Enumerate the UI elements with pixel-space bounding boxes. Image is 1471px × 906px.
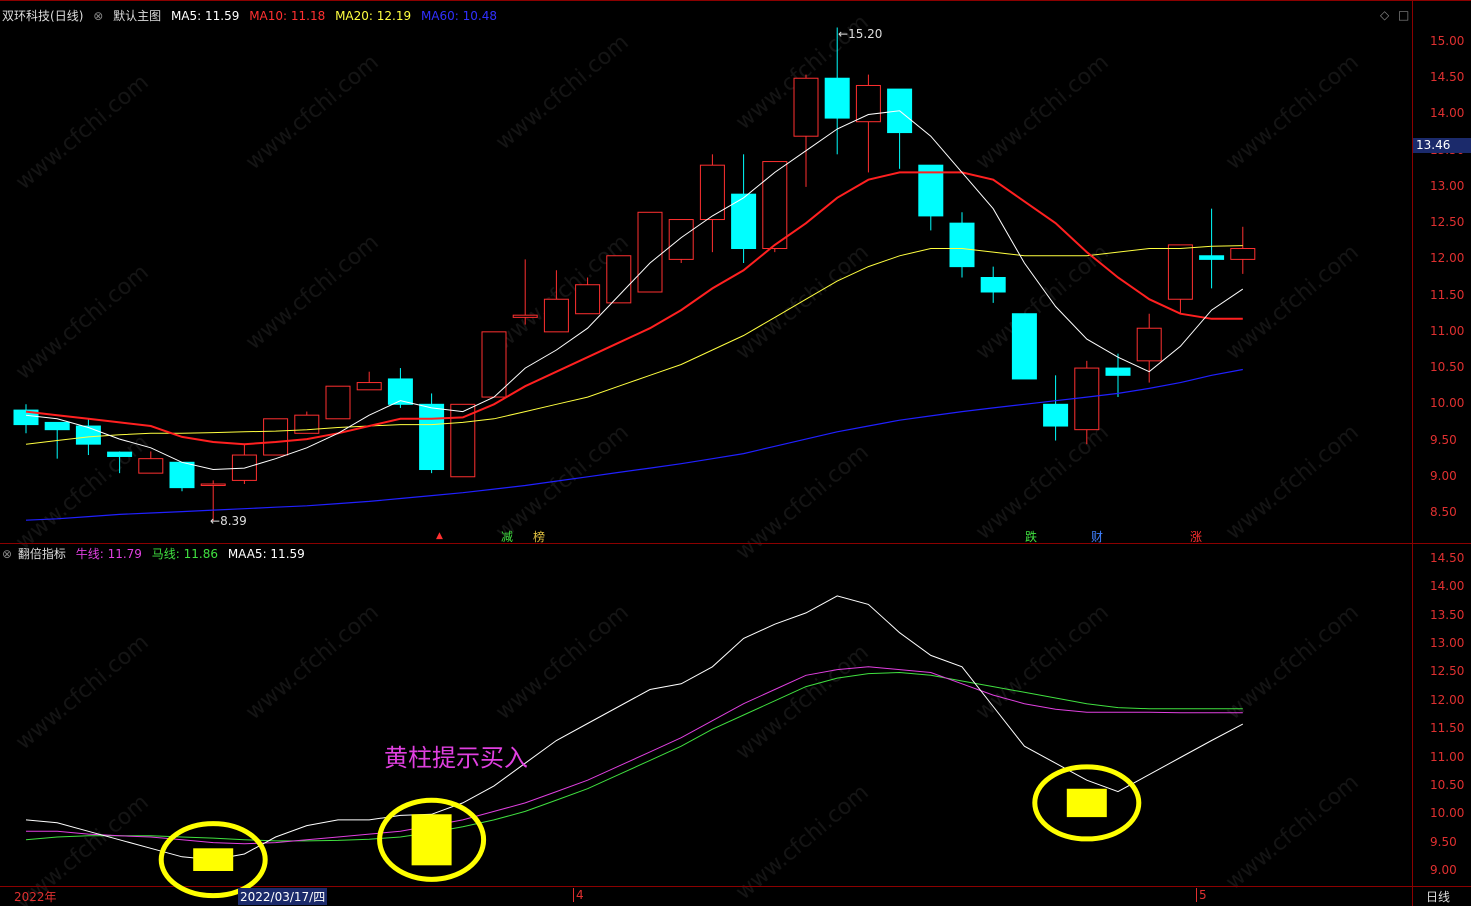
- indicator-tick-label: 10.00: [1430, 806, 1465, 821]
- candle-down: [1199, 255, 1225, 260]
- candle-up: [668, 219, 694, 260]
- candle-down: [1105, 367, 1131, 376]
- period-button[interactable]: 日线: [1426, 888, 1450, 905]
- price-tick-label: 11.50: [1430, 287, 1465, 302]
- candle-up: [1136, 327, 1162, 362]
- candle-up: [762, 161, 788, 250]
- candle-down: [824, 77, 850, 119]
- candle-up: [512, 314, 538, 318]
- buy-signal-bar: [411, 814, 452, 866]
- indicator-tick-label: 9.00: [1430, 863, 1457, 877]
- ma10-line: [25, 171, 1243, 446]
- cursor-date-label: 2022/03/17/四: [238, 888, 328, 905]
- price-axis-divider: [1412, 0, 1413, 906]
- indicator-tick-label: 14.50: [1430, 551, 1465, 565]
- buy-signal-bar: [1066, 788, 1107, 818]
- candle-up: [1230, 248, 1256, 260]
- month-4-label: 4: [573, 888, 584, 902]
- indicator-tick-label: 11.00: [1430, 749, 1465, 764]
- event-fall[interactable]: 跌: [1025, 528, 1037, 545]
- candle-up: [1074, 367, 1100, 431]
- candle-down: [75, 425, 101, 445]
- candle-up: [325, 385, 351, 420]
- candle-down: [107, 451, 133, 457]
- price-tick-label: 13.00: [1430, 178, 1465, 193]
- candle-up: [138, 458, 164, 474]
- candle-up: [481, 331, 507, 398]
- candle-down: [1043, 403, 1069, 427]
- candle-up: [263, 418, 289, 456]
- candle-up: [575, 284, 601, 315]
- candle-down: [1011, 313, 1037, 380]
- event-ranking[interactable]: 榜: [533, 528, 545, 545]
- event-rise[interactable]: 涨: [1190, 528, 1202, 545]
- candle-down: [44, 421, 70, 431]
- candle-down: [949, 222, 975, 268]
- candle-down: [980, 277, 1006, 293]
- indicator-tick-label: 12.00: [1430, 692, 1465, 707]
- event-reduce[interactable]: 减: [501, 528, 513, 545]
- high-price-label: ←15.20: [838, 27, 883, 41]
- chart-canvas: [13, 27, 1256, 899]
- candle-up: [1167, 244, 1193, 300]
- event-marker-up[interactable]: ▲: [436, 531, 443, 541]
- year-label: 2022年: [14, 890, 57, 904]
- price-tick-label: 9.00: [1430, 468, 1457, 483]
- candle-up: [450, 403, 476, 478]
- maa5-line: [25, 595, 1244, 861]
- month-5-label: 5: [1196, 888, 1207, 902]
- price-tick-label: 9.50: [1430, 432, 1457, 447]
- candle-down: [419, 403, 445, 471]
- low-price-value: 8.39: [220, 514, 247, 528]
- price-tick-label: 10.50: [1430, 360, 1465, 375]
- buy-signal-bar: [193, 848, 234, 871]
- price-tick-label: 14.00: [1430, 106, 1465, 121]
- low-price-label: ←8.39: [210, 514, 247, 528]
- stock-chart-window: www.cfchi.com www.cfchi.com www.cfchi.co…: [0, 0, 1471, 906]
- niu-line: [26, 666, 1243, 845]
- candle-up: [200, 483, 226, 487]
- candle-up: [637, 211, 663, 293]
- candle-up: [793, 77, 819, 137]
- indicator-tick-label: 13.50: [1430, 607, 1465, 622]
- indicator-tick-label: 10.50: [1430, 777, 1465, 792]
- price-tick-label: 15.00: [1430, 34, 1465, 48]
- current-price-badge: 13.46: [1413, 138, 1471, 153]
- price-tick-label: 8.50: [1430, 505, 1457, 519]
- candle-down: [169, 461, 195, 489]
- candle-up: [543, 298, 569, 333]
- candle-up: [356, 382, 382, 391]
- price-tick-label: 10.00: [1430, 396, 1465, 411]
- buy-signal-annotation: 黄柱提示买入: [384, 744, 528, 772]
- price-tick-label: 12.00: [1430, 251, 1465, 266]
- event-finance[interactable]: 财: [1091, 528, 1103, 545]
- indicator-tick-label: 9.50: [1430, 834, 1457, 849]
- indicator-tick-label: 11.50: [1430, 721, 1465, 736]
- ma60-line: [25, 368, 1243, 521]
- indicator-tick-label: 13.00: [1430, 636, 1465, 651]
- indicator-tick-label: 14.00: [1430, 579, 1465, 594]
- high-price-value: 15.20: [848, 27, 883, 41]
- indicator-tick-label: 12.50: [1430, 664, 1465, 679]
- price-tick-label: 12.50: [1430, 215, 1465, 230]
- candle-up: [855, 84, 881, 123]
- price-tick-label: 11.00: [1430, 323, 1465, 338]
- price-tick-label: 14.50: [1430, 70, 1465, 85]
